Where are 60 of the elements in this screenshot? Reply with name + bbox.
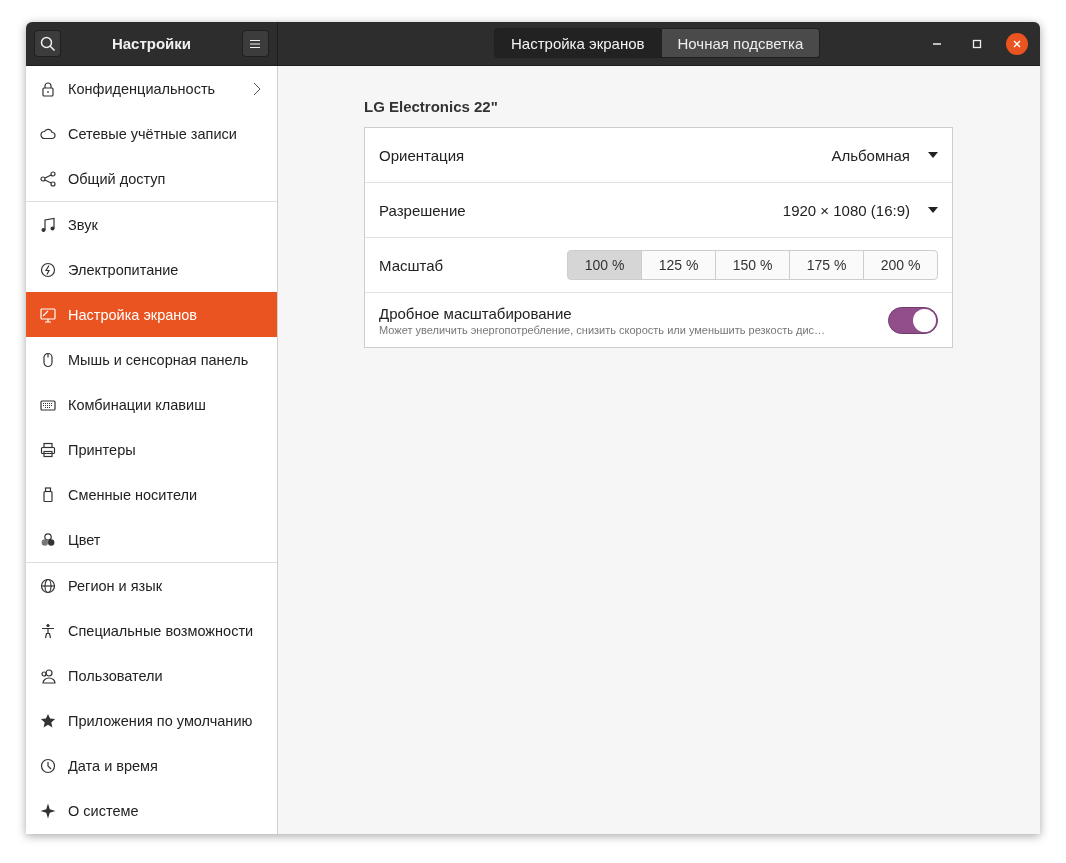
sidebar-item[interactable]: Мышь и сенсорная панель	[26, 337, 277, 382]
sparkle-icon	[40, 802, 56, 819]
scale-option-button[interactable]: 200 %	[863, 250, 938, 280]
menu-button[interactable]	[242, 30, 269, 57]
sidebar-item[interactable]: Звук	[26, 202, 277, 247]
setting-label: Дробное масштабирование	[379, 304, 572, 322]
tab[interactable]: Ночная подсветка	[661, 28, 821, 58]
caret-icon	[928, 152, 938, 158]
padlock-icon	[40, 80, 56, 97]
close-button[interactable]	[1006, 32, 1028, 55]
sidebar-item[interactable]: О системе	[26, 788, 277, 833]
sidebar-item[interactable]: Комбинации клавиш	[26, 382, 277, 427]
menu-icon	[249, 37, 262, 50]
sidebar-item[interactable]: Конфиденциальность	[26, 66, 277, 111]
color-circles-icon	[40, 531, 56, 548]
sidebar-item[interactable]: Электропитание	[26, 247, 277, 292]
close-icon	[1012, 38, 1022, 49]
search-button[interactable]	[34, 30, 61, 57]
sidebar-item[interactable]: Принтеры	[26, 427, 277, 472]
dropdown-button[interactable]: Альбомная	[831, 146, 938, 164]
sidebar-item[interactable]: Цвет	[26, 517, 277, 562]
monitor-title: LG Electronics 22"	[364, 98, 498, 115]
sidebar-item[interactable]: Сменные носители	[26, 472, 277, 517]
mouse-icon	[40, 351, 56, 368]
chevron-right-icon	[253, 81, 261, 96]
sidebar-item[interactable]: Сетевые учётные записи	[26, 111, 277, 156]
maximize-icon	[972, 38, 982, 49]
dropdown-button[interactable]: 1920 × 1080 (16:9)	[782, 201, 938, 219]
sidebar-item[interactable]: Приложения по умолчанию	[26, 698, 277, 743]
tab[interactable]: Настройка экранов	[494, 28, 662, 58]
person-figure-icon	[40, 622, 56, 639]
sidebar-item[interactable]: Дата и время	[26, 743, 277, 788]
setting-label: Масштаб	[379, 256, 444, 274]
users-icon	[40, 667, 56, 684]
setting-label: Разрешение	[379, 201, 466, 219]
caret-icon	[928, 207, 938, 213]
search-icon	[39, 35, 56, 52]
sidebar-item[interactable]: Регион и язык	[26, 563, 277, 608]
globe-icon	[40, 577, 56, 594]
toggle-switch[interactable]	[888, 306, 938, 334]
sidebar-item[interactable]: Общий доступ	[26, 156, 277, 201]
window-title: Настройки	[111, 35, 192, 52]
scale-option-button[interactable]: 150 %	[715, 250, 790, 280]
scale-option-button[interactable]: 175 %	[789, 250, 864, 280]
star-icon	[40, 712, 56, 729]
printer-icon	[40, 441, 56, 458]
monitor-icon	[40, 306, 56, 323]
clock-icon	[40, 757, 56, 774]
music-note-icon	[40, 216, 56, 233]
scale-option-button[interactable]: 125 %	[641, 250, 716, 280]
minimize-icon	[933, 42, 941, 45]
setting-description: Может увеличить энергопотребление, снизить скорость или уменьшить резкость дис…	[379, 323, 826, 336]
sidebar-item[interactable]: Пользователи	[26, 653, 277, 698]
setting-label: Ориентация	[379, 146, 465, 164]
sidebar-item[interactable]: Специальные возможности	[26, 608, 277, 653]
sidebar-item[interactable]: Настройка экранов	[26, 292, 277, 337]
lightning-bolt-icon	[40, 261, 56, 278]
scale-option-button[interactable]: 100 %	[567, 250, 642, 280]
usb-drive-icon	[40, 486, 56, 503]
share-icon	[40, 170, 56, 187]
